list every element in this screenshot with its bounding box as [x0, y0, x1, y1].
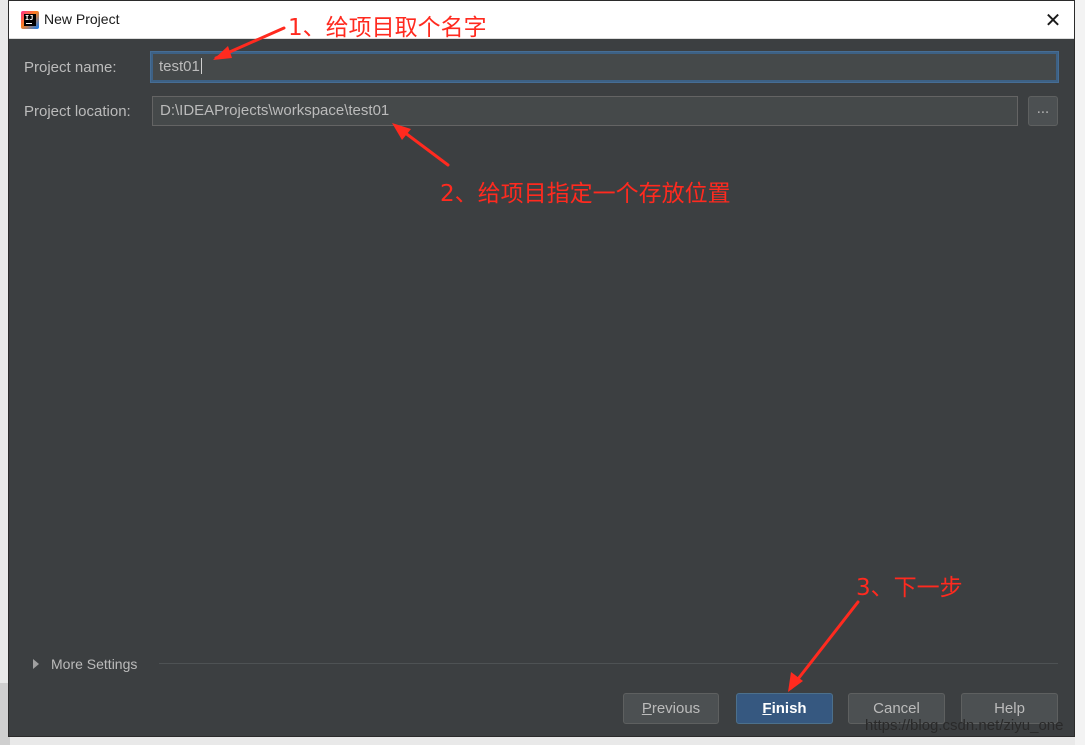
project-name-value: test01 — [159, 58, 200, 75]
previous-mnemonic: P — [641, 700, 652, 717]
project-location-input[interactable]: D:\IDEAProjects\workspace\test01 — [152, 96, 1018, 126]
project-location-label: Project location: — [24, 103, 131, 120]
title-bar[interactable]: IJ New Project ✕ — [9, 1, 1074, 39]
finish-label: inish — [771, 700, 807, 717]
finish-button[interactable]: Finish — [736, 693, 833, 724]
previous-label: revious — [651, 700, 701, 717]
more-settings-separator — [159, 663, 1058, 664]
expand-triangle-icon — [33, 659, 39, 669]
annotation-step3: 3、下一步 — [856, 575, 963, 601]
background-desktop-strip — [1075, 0, 1085, 745]
project-name-input[interactable]: test01 — [151, 52, 1058, 82]
window-title: New Project — [44, 11, 120, 27]
intellij-idea-icon: IJ — [21, 11, 39, 29]
previous-button[interactable]: Previous — [623, 693, 719, 724]
browse-button[interactable]: ... — [1028, 96, 1058, 126]
more-settings-label: More Settings — [51, 656, 138, 672]
close-icon[interactable]: ✕ — [1040, 7, 1066, 33]
annotation-step1: 1、给项目取个名字 — [288, 15, 487, 41]
more-settings-toggle[interactable]: More Settings — [29, 653, 137, 675]
project-location-value: D:\IDEAProjects\workspace\test01 — [160, 102, 390, 119]
text-caret — [200, 58, 202, 74]
new-project-dialog: IJ New Project ✕ Project name: test01 Pr… — [8, 0, 1075, 737]
watermark-url: https://blog.csdn.net/ziyu_one — [865, 717, 1064, 734]
project-name-label: Project name: — [24, 59, 117, 76]
annotation-step2: 2、给项目指定一个存放位置 — [440, 181, 731, 207]
finish-mnemonic: F — [762, 700, 772, 717]
app-icon-text: IJ — [24, 14, 36, 26]
